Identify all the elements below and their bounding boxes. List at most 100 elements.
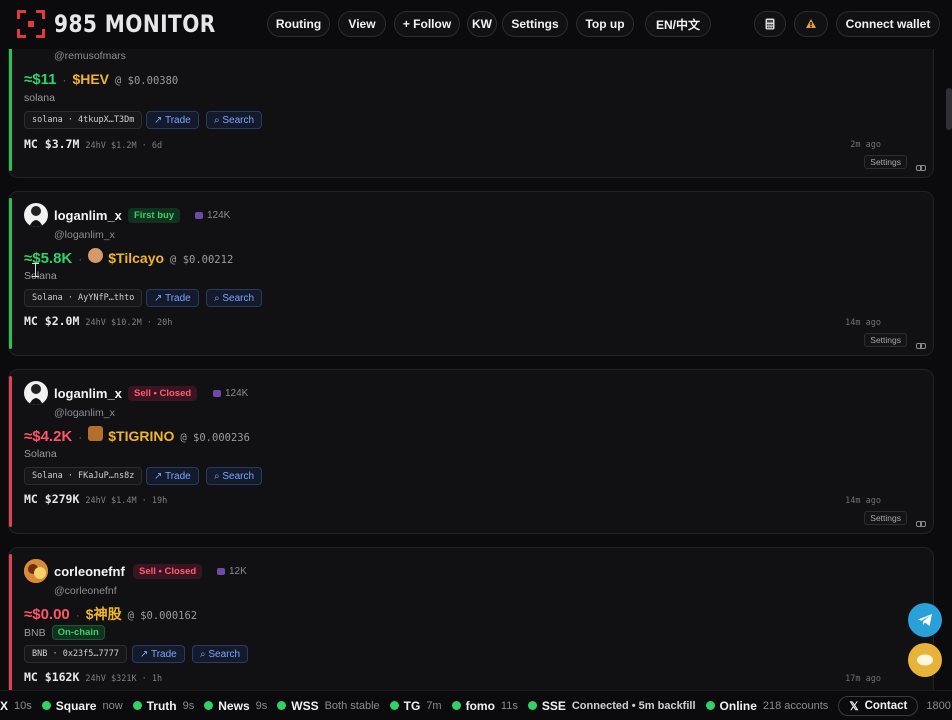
- contract-address[interactable]: BNB · 0x23f5…7777: [24, 645, 127, 663]
- trade-amount: ≈$11: [24, 71, 57, 88]
- calculator-button[interactable]: [754, 11, 786, 37]
- avatar[interactable]: [24, 559, 48, 583]
- status-dot-icon: [277, 701, 287, 710]
- market-cap: MC $2.0M: [24, 314, 80, 328]
- token-symbol[interactable]: $HEV: [72, 71, 109, 87]
- link-icon[interactable]: [916, 164, 926, 172]
- contract-address[interactable]: Solana · AyYNfP…thto: [24, 289, 143, 307]
- status-online[interactable]: Online 218 accounts: [705, 699, 828, 713]
- username[interactable]: corleonefnf: [54, 564, 125, 579]
- separator: ·: [78, 252, 83, 266]
- feed-list: @remusofmars ≈$11 · $HEV @ $0.00380 sola…: [8, 0, 934, 690]
- status-truth[interactable]: Truth 9s: [132, 699, 194, 713]
- token-logo-icon: [88, 248, 104, 263]
- followers-icon: [217, 568, 225, 575]
- trade-button[interactable]: ↗ Trade: [146, 289, 199, 307]
- search-button[interactable]: ⌕ Search: [206, 289, 263, 307]
- scrollbar-track[interactable]: [944, 52, 952, 692]
- token-symbol[interactable]: $TIGRINO: [108, 428, 174, 444]
- username[interactable]: loganlim_x: [54, 208, 122, 223]
- username[interactable]: loganlim_x: [54, 386, 122, 401]
- status-dot-icon: [389, 701, 399, 710]
- token-symbol[interactable]: $神股: [86, 604, 122, 624]
- routing-button[interactable]: Routing: [267, 11, 330, 37]
- token-price: @ $0.000236: [180, 432, 250, 444]
- trade-amount-line: ≈$11 · $HEV @ $0.00380: [24, 71, 178, 88]
- follow-button[interactable]: + Follow: [394, 11, 460, 37]
- market-cap: MC $162K: [24, 670, 80, 684]
- side-indicator: [9, 198, 12, 349]
- contract-address[interactable]: Solana · FKaJuP…ns8z: [24, 467, 143, 485]
- search-button[interactable]: ⌕ Search: [192, 645, 249, 663]
- app-logo[interactable]: 985 MONITOR: [17, 10, 247, 38]
- status-dot-icon: [204, 701, 214, 710]
- view-button[interactable]: View: [338, 11, 386, 37]
- token-logo-icon: [88, 426, 104, 441]
- avatar[interactable]: [24, 381, 48, 405]
- contact-button[interactable]: 𝕏 Contact: [838, 695, 919, 716]
- separator: ·: [75, 608, 80, 622]
- logo-mark-icon: [17, 10, 45, 38]
- trade-amount-line: ≈$4.2K · $TIGRINO @ $0.000236: [24, 426, 250, 445]
- token-price: @ $0.00380: [115, 75, 179, 87]
- status-badge: First buy: [128, 208, 181, 223]
- user-handle[interactable]: @loganlim_x: [54, 407, 115, 419]
- contract-address[interactable]: solana · 4tkupX…T3Dm: [24, 111, 143, 129]
- chat-button[interactable]: [908, 643, 942, 677]
- avatar[interactable]: [24, 203, 48, 227]
- trade-amount: ≈$4.2K: [24, 428, 73, 445]
- market-cap: MC $3.7M: [24, 137, 80, 151]
- status-news[interactable]: News 9s: [204, 699, 267, 713]
- card-settings-button[interactable]: Settings: [864, 155, 907, 169]
- trade-button[interactable]: ↗ Trade: [146, 467, 199, 485]
- follower-count: 12K: [217, 566, 247, 577]
- volume-age: 24hV $1.2M · 6d: [85, 141, 163, 151]
- time-ago: 2m ago: [850, 140, 881, 150]
- feed-card[interactable]: corleonefnf Sell • Closed 12K @corleonef…: [8, 547, 934, 690]
- followers-icon: [195, 212, 203, 219]
- status-wss[interactable]: WSS Both stable: [277, 699, 380, 713]
- token-symbol[interactable]: $Tilcayo: [108, 250, 164, 266]
- status-sse[interactable]: SSE Connected • 5m backfill: [527, 699, 696, 713]
- feed-card[interactable]: loganlim_x First buy 124K @loganlim_x ≈$…: [8, 191, 934, 356]
- search-button[interactable]: ⌕ Search: [206, 111, 263, 129]
- status-x[interactable]: X 10s: [0, 699, 32, 713]
- telegram-button[interactable]: [908, 603, 942, 637]
- status-fomo[interactable]: fomo 11s: [451, 699, 518, 713]
- chain-label: Solana: [24, 270, 57, 282]
- market-cap-line: MC $279K 24hV $1.4M · 19h: [24, 492, 167, 506]
- card-settings-button[interactable]: Settings: [864, 333, 907, 347]
- search-button[interactable]: ⌕ Search: [206, 467, 263, 485]
- link-icon[interactable]: [916, 342, 926, 350]
- status-dot-icon: [132, 701, 142, 710]
- status-badge: Sell • Closed: [133, 564, 203, 579]
- token-price: @ $0.000162: [127, 610, 198, 622]
- volume-age: 24hV $321K · 1h: [85, 674, 163, 684]
- user-handle[interactable]: @corleonefnf: [54, 585, 117, 597]
- x-logo-icon: 𝕏: [849, 700, 859, 713]
- card-settings-button[interactable]: Settings: [864, 511, 907, 525]
- follower-count: 124K: [195, 210, 230, 221]
- status-square[interactable]: Square now: [41, 699, 123, 713]
- separator: ·: [78, 430, 83, 444]
- scrollbar-thumb[interactable]: [946, 88, 952, 130]
- chain-label: BNB On-chain: [24, 625, 105, 640]
- language-button[interactable]: EN/中文: [645, 11, 711, 37]
- user-handle[interactable]: @loganlim_x: [54, 229, 115, 241]
- trade-amount-line: ≈$5.8K · $Tilcayo @ $0.00212: [24, 248, 233, 267]
- connect-wallet-button[interactable]: Connect wallet: [836, 11, 940, 37]
- market-cap-line: MC $162K 24hV $321K · 1h: [24, 670, 162, 684]
- trade-amount-line: ≈$0.00 · $神股 @ $0.000162: [24, 604, 197, 624]
- notice-button[interactable]: [794, 11, 828, 37]
- feed-card[interactable]: loganlim_x Sell • Closed 124K @loganlim_…: [8, 369, 934, 534]
- settings-button[interactable]: Settings: [502, 11, 568, 37]
- status-tg[interactable]: TG 7m: [389, 699, 442, 713]
- user-handle[interactable]: @remusofmars: [54, 50, 126, 62]
- volume-age: 24hV $1.4M · 19h: [85, 496, 168, 506]
- trade-button[interactable]: ↗ Trade: [146, 111, 199, 129]
- trade-button[interactable]: ↗ Trade: [132, 645, 185, 663]
- link-icon[interactable]: [916, 520, 926, 528]
- top-up-button[interactable]: Top up: [576, 11, 634, 37]
- keyword-button[interactable]: KW: [467, 11, 497, 37]
- follower-count: 124K: [213, 388, 248, 399]
